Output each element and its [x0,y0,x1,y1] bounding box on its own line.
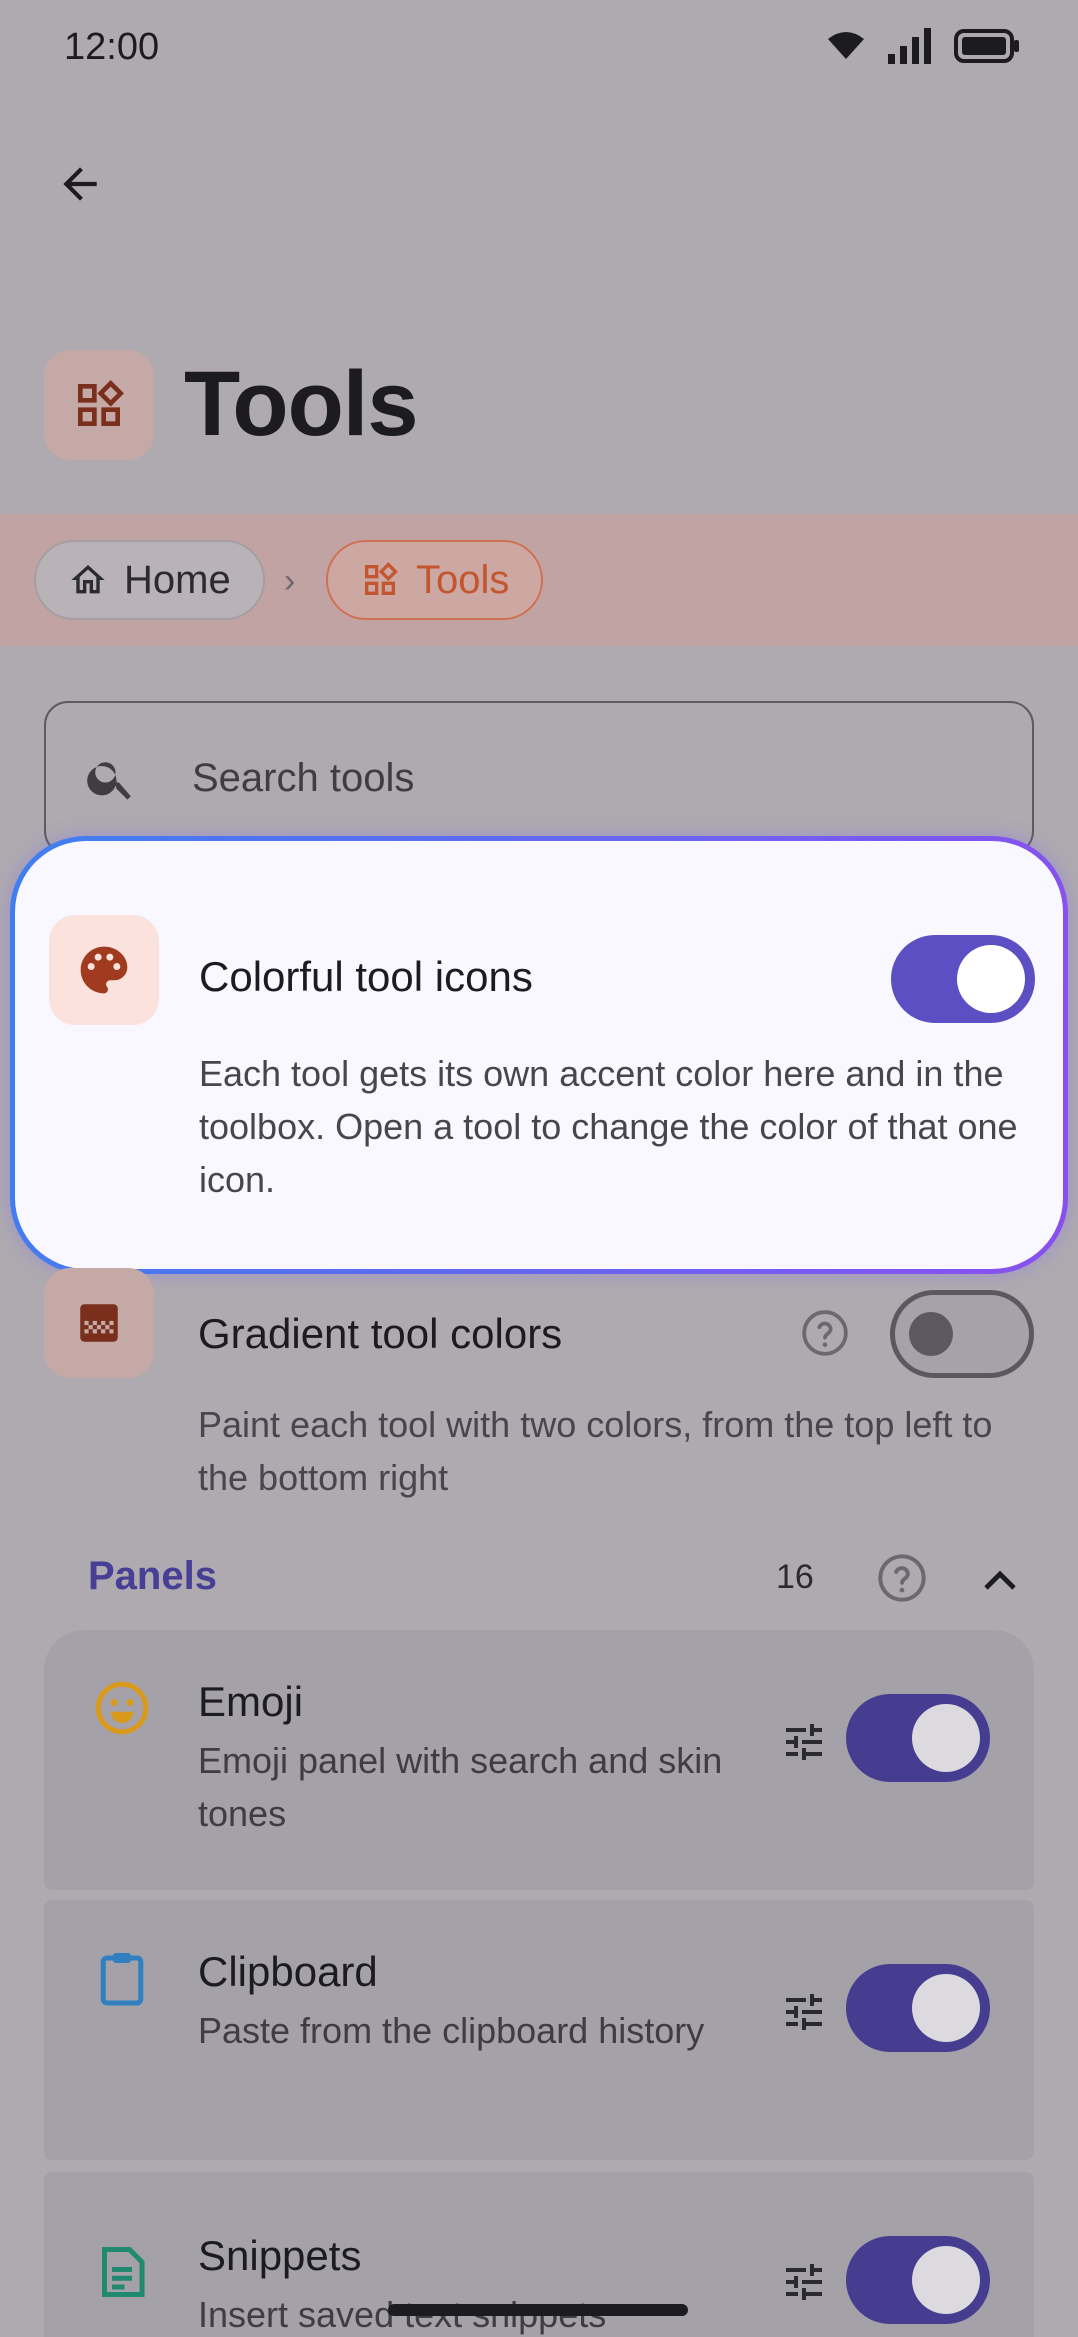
panel-toggle[interactable] [846,1964,990,2052]
setting-title: Colorful tool icons [199,953,533,1000]
emoji-icon [90,1676,154,1740]
breadcrumb-home[interactable]: Home [34,540,265,620]
home-icon [71,565,105,594]
widgets-icon [365,562,398,595]
help-icon[interactable] [876,1552,928,1604]
section-count: 16 [776,1558,814,1596]
breadcrumb-separator: › [284,562,296,600]
palette-icon [49,915,159,1025]
colorful-icons-toggle[interactable] [891,935,1035,1023]
breadcrumb-current-label: Tools [416,557,510,602]
tune-icon[interactable] [780,1718,828,1766]
search-icon [84,751,154,805]
help-icon[interactable] [800,1308,850,1358]
clipboard-icon [90,1946,154,2010]
panel-card-clipboard[interactable]: Clipboard Paste from the clipboard histo… [44,1900,1034,2160]
widgets-icon [78,380,124,426]
search-input[interactable]: Search tools [44,701,1034,855]
panel-toggle[interactable] [846,2236,990,2324]
panel-toggle[interactable] [846,1694,990,1782]
gradient-colors-toggle[interactable] [890,1290,1034,1378]
back-button[interactable] [44,148,116,220]
setting-description: Each tool gets its own accent color here… [199,1053,1018,1200]
colorful-icons-setting: Colorful tool icons Each tool gets its o… [10,836,1068,1274]
panels-section-header: Panels 16 [0,1548,1078,1608]
breadcrumb-current[interactable]: Tools [326,540,544,620]
panel-title: Snippets [198,2232,362,2279]
gradient-setting-title: Gradient tool colors [198,1310,563,1357]
page-title: Tools [184,353,418,455]
panel-description: Emoji panel with search and skin tones [198,1740,723,1834]
status-bar: 12:00 [0,0,1078,100]
panel-description: Paste from the clipboard history [198,2010,705,2051]
status-icons [826,28,1020,64]
chevron-up-icon[interactable] [976,1556,1024,1604]
gradient-icon [44,1268,154,1378]
toggle-knob [909,1312,953,1356]
gesture-bar[interactable] [388,2304,688,2316]
wifi-icon [828,32,864,59]
section-label: Panels [88,1554,217,1598]
toggle-knob [957,945,1025,1013]
panel-title: Emoji [198,1678,304,1725]
gradient-setting-description: Paint each tool with two colors, from th… [198,1404,993,1498]
document-icon [90,2240,154,2304]
toggle-knob [912,2246,980,2314]
battery-icon [954,29,1019,63]
panel-title: Clipboard [198,1948,378,1995]
tune-icon[interactable] [780,2258,828,2306]
tools-header-icon [44,350,154,460]
tune-icon[interactable] [780,1988,828,2036]
search-placeholder: Search tools [192,755,415,800]
toggle-knob [912,1704,980,1772]
panel-card-emoji[interactable]: Emoji Emoji panel with search and skin t… [44,1630,1034,1890]
signal-icon [888,28,931,64]
toggle-knob [912,1974,980,2042]
breadcrumb-home-label: Home [124,557,231,602]
status-time: 12:00 [64,26,160,68]
arrow-back-icon [63,167,97,201]
